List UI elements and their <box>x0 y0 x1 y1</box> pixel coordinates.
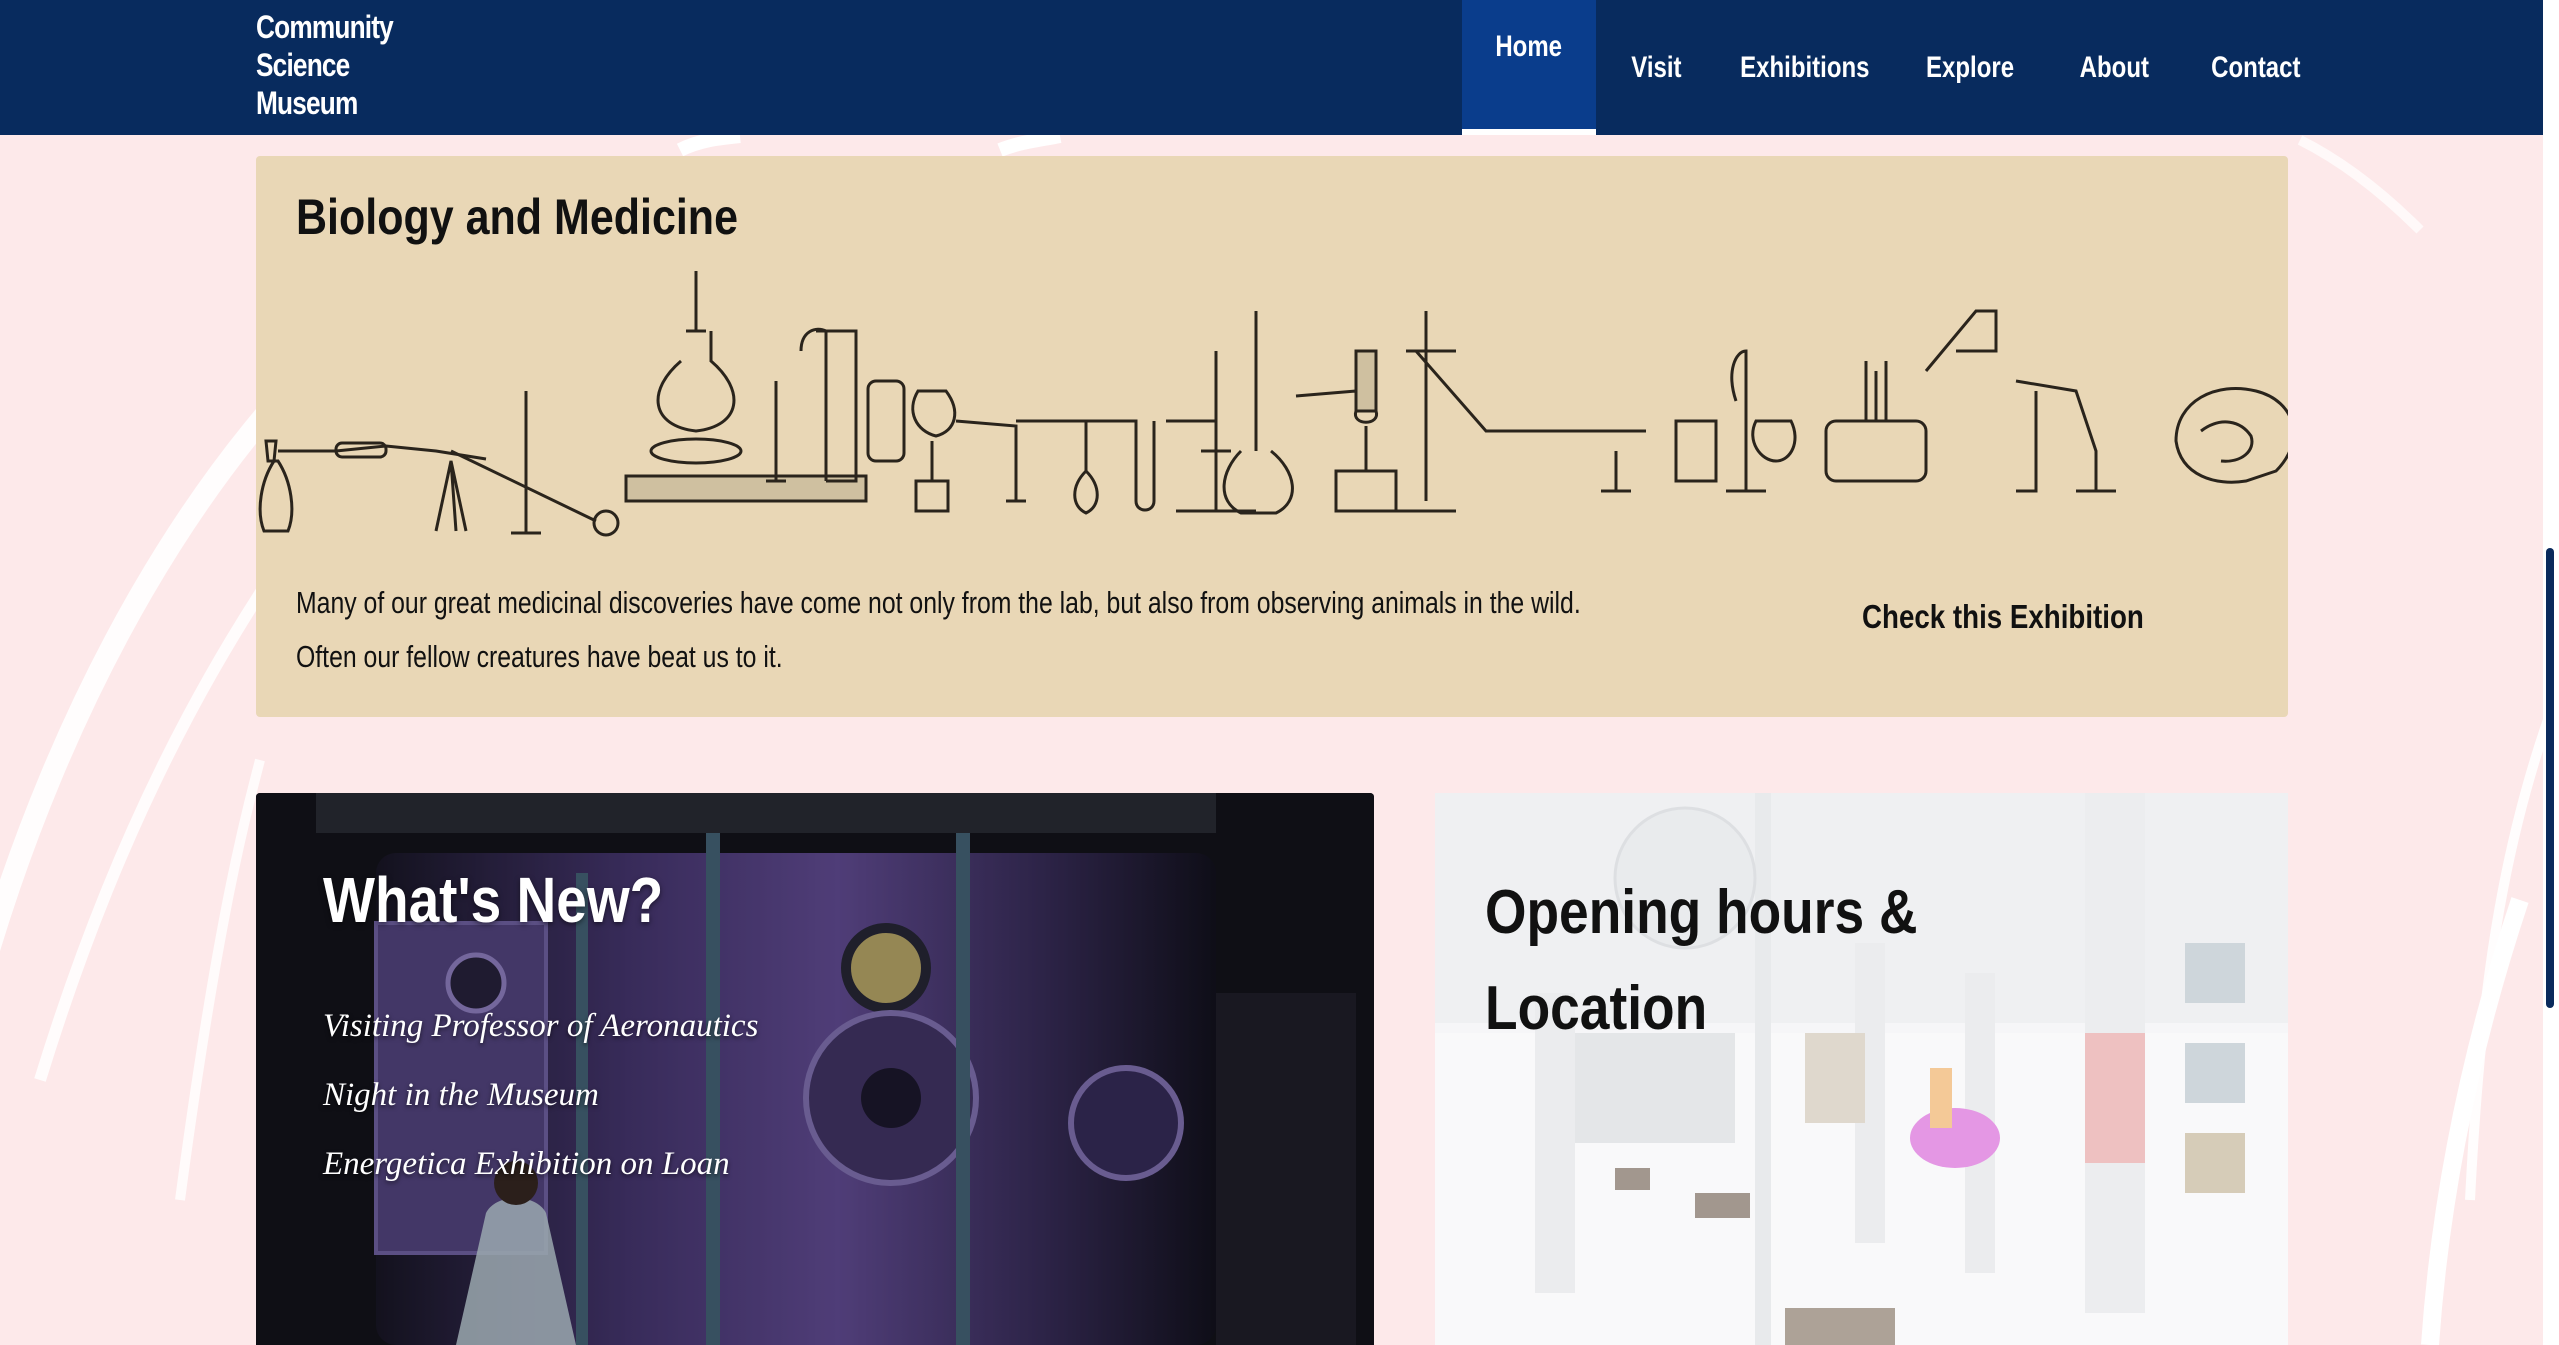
news-item[interactable]: Energetica Exhibition on Loan <box>323 1146 758 1215</box>
news-item[interactable]: Visiting Professor of Aeronautics <box>323 1008 758 1077</box>
biology-title: Biology and Medicine <box>296 189 738 245</box>
check-exhibition-link[interactable]: Check this Exhibition <box>1862 598 2144 636</box>
museum-logo[interactable]: Community Science Museum <box>256 8 394 122</box>
logo-line-3: Museum <box>256 85 358 121</box>
biology-text-line-1: Many of our great medicinal discoveries … <box>296 585 1581 620</box>
nav-explore[interactable]: Explore <box>1894 0 2046 135</box>
nav-about[interactable]: About <box>2046 0 2182 135</box>
opening-hours-card: Opening hours & Location <box>1435 793 2288 1345</box>
nav-home[interactable]: Home <box>1462 0 1596 135</box>
main-nav: Home Visit Exhibitions Explore About Con… <box>1462 0 2330 135</box>
whats-new-title: What's New? <box>323 864 664 936</box>
biology-medicine-card: Biology and Medicine Many of our great m… <box>256 156 2288 717</box>
news-item[interactable]: Night in the Museum <box>323 1077 758 1146</box>
site-header: Community Science Museum Home Visit Exhi… <box>0 0 2543 135</box>
nav-exhibitions[interactable]: Exhibitions <box>1716 0 1894 135</box>
whats-new-list: Visiting Professor of Aeronautics Night … <box>323 1008 758 1215</box>
logo-line-2: Science <box>256 47 350 83</box>
biology-text-line-2: Often our fellow creatures have beat us … <box>296 639 783 674</box>
nav-contact[interactable]: Contact <box>2182 0 2330 135</box>
biology-description: Many of our great medicinal discoveries … <box>296 576 1581 684</box>
page-scrollbar[interactable] <box>2543 0 2559 1345</box>
scrollbar-thumb[interactable] <box>2546 548 2554 1008</box>
whats-new-card: What's New? Visiting Professor of Aerona… <box>256 793 1374 1345</box>
opening-hours-title: Opening hours & Location <box>1485 878 1918 1043</box>
nav-visit[interactable]: Visit <box>1596 0 1716 135</box>
logo-line-1: Community <box>256 9 394 45</box>
